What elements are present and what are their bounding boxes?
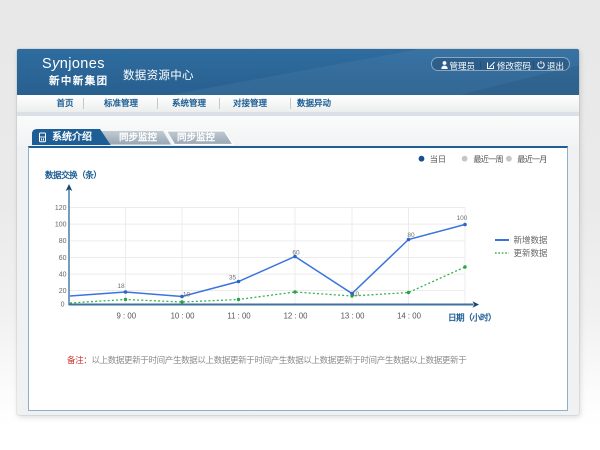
svg-text:12 : 00: 12 : 00 [284, 311, 309, 320]
svg-text:120: 120 [55, 204, 67, 211]
svg-text:0: 0 [61, 301, 65, 308]
svg-text:更新数据: 更新数据 [514, 248, 549, 258]
svg-text:18: 18 [117, 283, 125, 290]
svg-text:10: 10 [352, 291, 360, 298]
svg-text:系统介绍: 系统介绍 [52, 130, 92, 143]
svg-text:35: 35 [229, 274, 237, 281]
svg-text:最近一周: 最近一周 [473, 153, 503, 163]
svg-text:14 : 00: 14 : 00 [397, 311, 422, 320]
svg-text:60: 60 [59, 254, 67, 261]
svg-text:日期（小时）: 日期（小时） [448, 311, 496, 322]
svg-text:10 : 00: 10 : 00 [171, 311, 196, 320]
svg-text:20: 20 [59, 287, 67, 294]
svg-text:80: 80 [59, 238, 67, 245]
svg-text:11 : 00: 11 : 00 [227, 311, 251, 320]
svg-text:同步监控: 同步监控 [177, 131, 216, 143]
svg-text:10: 10 [183, 291, 191, 298]
svg-text:40: 40 [59, 271, 67, 278]
svg-text:当日: 当日 [430, 153, 446, 163]
svg-text:100: 100 [457, 215, 468, 222]
svg-text:数据交换（条）: 数据交换（条） [45, 170, 101, 180]
svg-text:80: 80 [407, 232, 415, 239]
svg-text:同步监控: 同步监控 [119, 131, 158, 143]
svg-text:9 : 00: 9 : 00 [117, 311, 137, 320]
svg-text:最近一月: 最近一月 [517, 153, 546, 163]
svg-text:13 : 00: 13 : 00 [341, 311, 366, 320]
svg-text:新增数据: 新增数据 [514, 235, 549, 245]
svg-text:60: 60 [292, 249, 300, 256]
svg-text:100: 100 [55, 221, 67, 228]
